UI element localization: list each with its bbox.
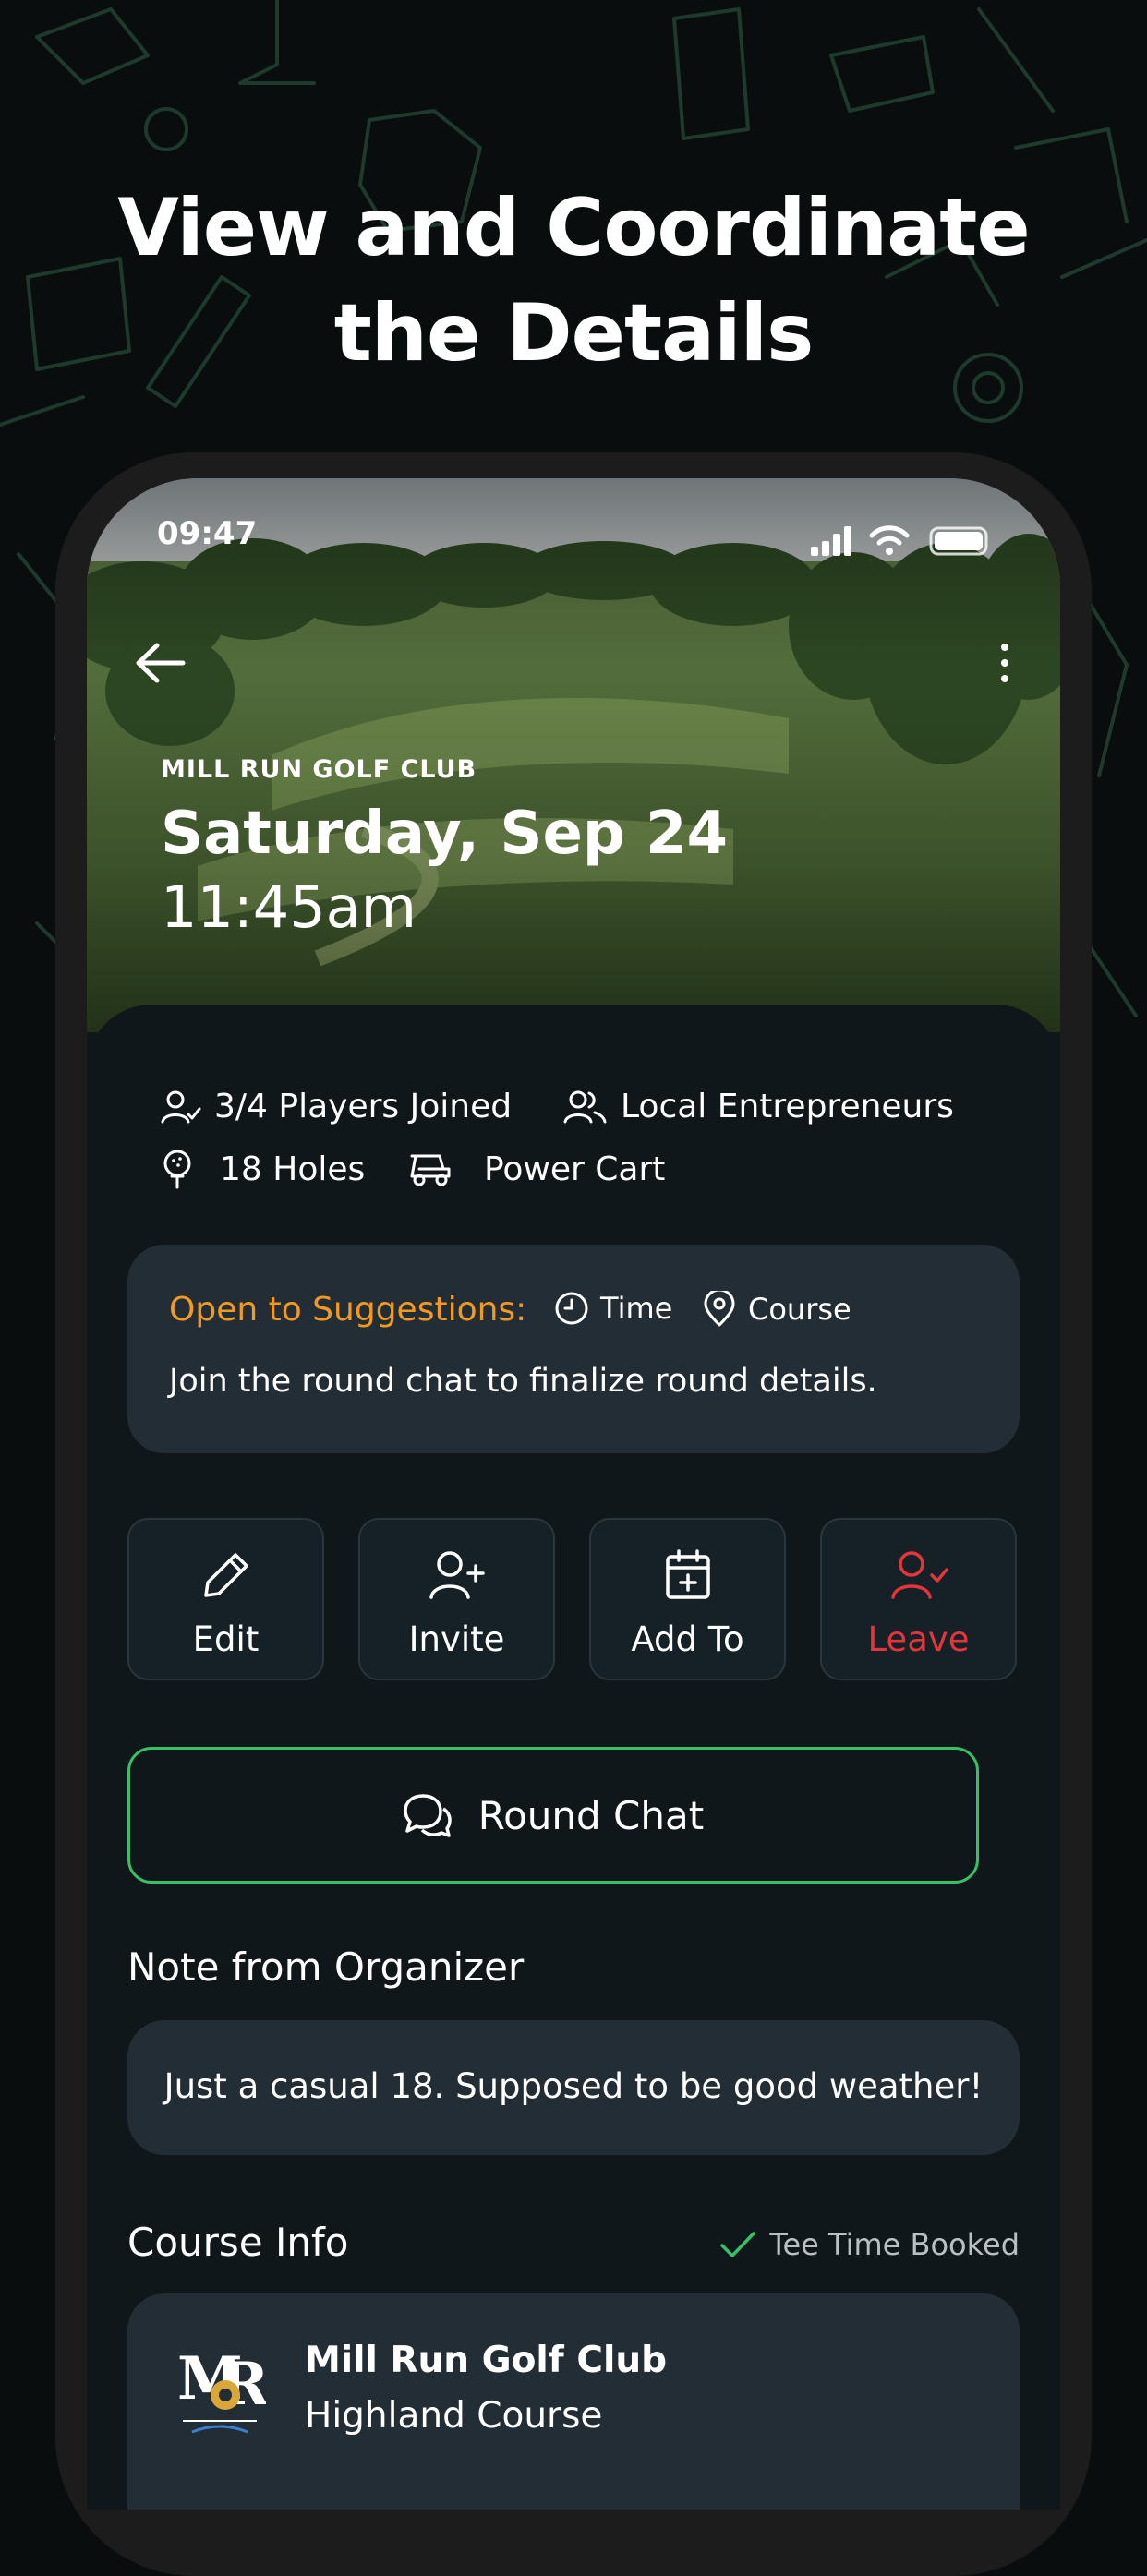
- cart-text: Power Cart: [484, 1150, 666, 1188]
- players-joined: 3/4 Players Joined: [161, 1088, 512, 1125]
- round-chat-button[interactable]: Round Chat: [127, 1747, 979, 1884]
- cart-type: Power Cart: [406, 1149, 665, 1189]
- course-name: Mill Run Golf Club: [305, 2340, 668, 2381]
- course-info-title: Course Info: [127, 2220, 349, 2265]
- holes-count: 18 Holes: [161, 1149, 365, 1189]
- note-section-title: Note from Organizer: [127, 1944, 525, 1990]
- group-name-text: Local Entrepreneurs: [621, 1088, 954, 1125]
- user-check-icon: [161, 1090, 201, 1123]
- map-pin-icon: [704, 1291, 735, 1327]
- suggestion-tag-time-label: Time: [600, 1291, 673, 1326]
- tee-time-status: Tee Time Booked: [719, 2227, 1020, 2262]
- headline-line-1: View and Coordinate: [117, 182, 1030, 274]
- chat-bubbles-icon: [404, 1794, 452, 1837]
- pencil-icon: [203, 1553, 248, 1597]
- players-joined-text: 3/4 Players Joined: [214, 1088, 513, 1125]
- phone-screen: 09:47 MILL RUN GOLF CLUB Saturday, Sep 2…: [87, 478, 1060, 2510]
- suggestions-title: Open to Suggestions:: [169, 1291, 527, 1329]
- status-icons: [811, 525, 988, 556]
- more-options-icon[interactable]: [996, 640, 1014, 686]
- suggestions-text: Join the round chat to finalize round de…: [169, 1363, 877, 1400]
- user-check-icon: [890, 1551, 948, 1599]
- edit-button[interactable]: Edit: [127, 1518, 324, 1680]
- headline-line-2: the Details: [333, 287, 815, 379]
- suggestion-tag-course: Course: [702, 1291, 851, 1328]
- edit-button-label: Edit: [192, 1619, 260, 1659]
- calendar-plus-icon: [665, 1549, 710, 1599]
- organizer-note-text: Just a casual 18. Supposed to be good we…: [163, 2066, 984, 2106]
- club-name: MILL RUN GOLF CLUB: [161, 755, 477, 784]
- round-date: Saturday, Sep 24: [161, 800, 729, 868]
- course-info-card[interactable]: M R Mill Run Golf Club Highland Course: [127, 2293, 1020, 2510]
- checkmark-icon: [720, 2232, 756, 2257]
- group-name: Local Entrepreneurs: [563, 1088, 954, 1125]
- holes-text: 18 Holes: [220, 1150, 366, 1188]
- suggestion-tag-course-label: Course: [748, 1292, 851, 1327]
- round-time: 11:45am: [161, 873, 417, 941]
- golf-cart-icon: [410, 1154, 451, 1186]
- clock-icon: [555, 1292, 588, 1325]
- invite-button-label: Invite: [408, 1619, 505, 1659]
- mill-run-logo-icon: M R: [177, 2344, 266, 2434]
- status-time: 09:47: [157, 515, 258, 552]
- leave-button[interactable]: Leave: [820, 1518, 1017, 1680]
- suggestions-card: Open to Suggestions: Time Course Join th…: [127, 1245, 1020, 1453]
- round-chat-label: Round Chat: [477, 1792, 705, 1838]
- user-plus-icon: [429, 1551, 485, 1599]
- add-to-button-label: Add To: [631, 1619, 744, 1659]
- back-arrow-icon[interactable]: [133, 640, 188, 686]
- leave-button-label: Leave: [867, 1619, 970, 1659]
- page-headline: View and Coordinate the Details: [0, 175, 1147, 386]
- course-layout-name: Highland Course: [305, 2395, 603, 2437]
- golf-ball-tee-icon: [163, 1150, 191, 1189]
- invite-button[interactable]: Invite: [358, 1518, 555, 1680]
- tee-time-status-text: Tee Time Booked: [769, 2227, 1020, 2262]
- suggestion-tag-time: Time: [554, 1291, 672, 1326]
- add-to-calendar-button[interactable]: Add To: [589, 1518, 786, 1680]
- users-icon: [563, 1090, 607, 1123]
- organizer-note-card: Just a casual 18. Supposed to be good we…: [127, 2020, 1020, 2155]
